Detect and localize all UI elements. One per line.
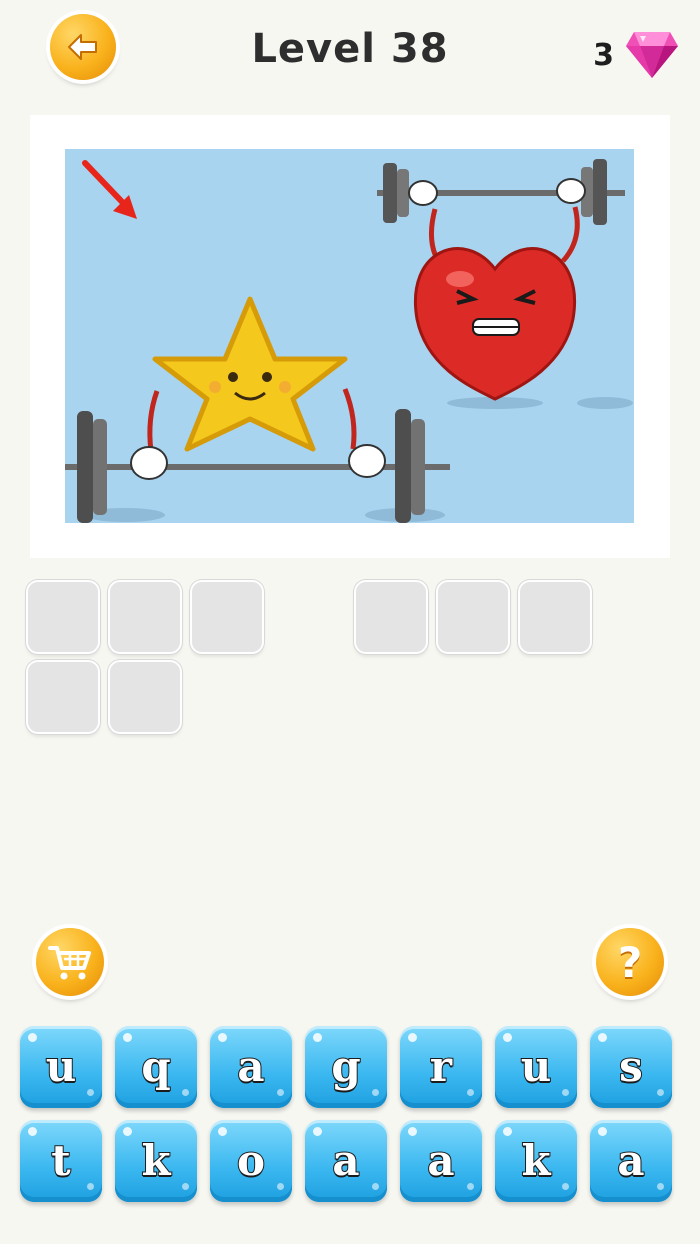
question-icon: ? (617, 937, 643, 987)
puzzle-frame (30, 115, 670, 558)
shop-button[interactable] (36, 928, 104, 996)
letter-key[interactable]: r (400, 1026, 482, 1108)
letter-key[interactable]: a (590, 1120, 672, 1202)
letter-key[interactable]: k (495, 1120, 577, 1202)
hint-button[interactable]: ? (596, 928, 664, 996)
answer-slot[interactable] (108, 660, 182, 734)
answer-slot[interactable] (518, 580, 592, 654)
letter-key[interactable]: t (20, 1120, 102, 1202)
cart-icon (48, 946, 91, 980)
letter-key[interactable]: a (305, 1120, 387, 1202)
answer-slot[interactable] (26, 660, 100, 734)
gem-icon (626, 32, 678, 78)
answer-slot[interactable] (108, 580, 182, 654)
top-bar: Level 38 3 (0, 0, 700, 110)
puzzle-image (65, 149, 634, 523)
answer-slot[interactable] (26, 580, 100, 654)
letter-key[interactable]: q (115, 1026, 197, 1108)
letter-key[interactable]: o (210, 1120, 292, 1202)
gem-count: 3 (593, 38, 614, 73)
letter-key[interactable]: u (20, 1026, 102, 1108)
letter-key[interactable]: g (305, 1026, 387, 1108)
answer-slot[interactable] (436, 580, 510, 654)
letter-key[interactable]: a (210, 1026, 292, 1108)
letter-key[interactable]: u (495, 1026, 577, 1108)
letter-key[interactable]: k (115, 1120, 197, 1202)
letter-key[interactable]: a (400, 1120, 482, 1202)
letter-key[interactable]: s (590, 1026, 672, 1108)
answer-slot[interactable] (190, 580, 264, 654)
answer-slot[interactable] (354, 580, 428, 654)
